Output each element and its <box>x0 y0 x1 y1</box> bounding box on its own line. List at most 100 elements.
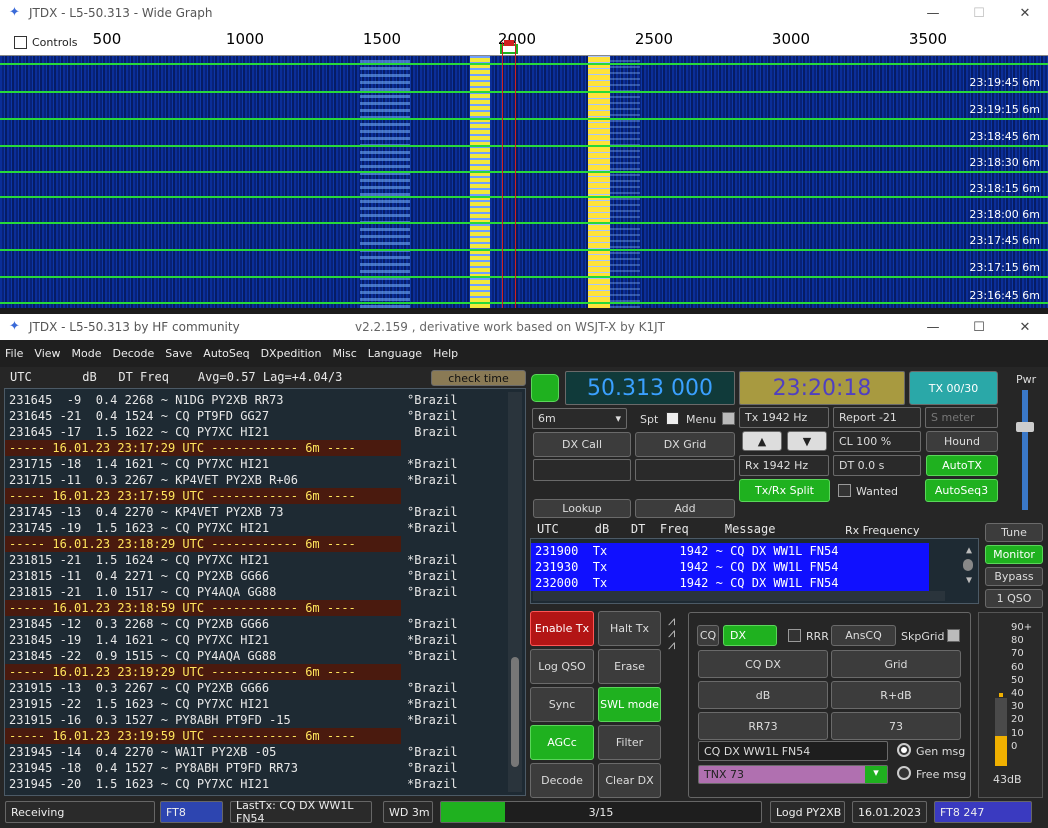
skpgrid-checkbox[interactable] <box>947 629 960 642</box>
band-scrollbar[interactable] <box>508 392 522 792</box>
menu-autoseq[interactable]: AutoSeq <box>203 347 249 360</box>
log-qso-button[interactable]: Log QSO <box>530 649 594 684</box>
scrollbar-thumb[interactable] <box>511 657 519 767</box>
close-icon[interactable]: ✕ <box>1002 6 1048 21</box>
menu-misc[interactable]: Misc <box>332 347 356 360</box>
decode-line[interactable]: 231715 -18 1.4 1621 ~ CQ PY7XC HI21 *Braz… <box>5 456 525 472</box>
frequency-display[interactable]: 50.313 000 <box>565 371 735 405</box>
sync-button[interactable]: Sync <box>530 687 594 722</box>
power-slider[interactable] <box>1022 390 1028 510</box>
autoseq3-button[interactable]: AutoSeq3 <box>925 479 998 502</box>
decode-line[interactable]: 231745 -19 1.5 1623 ~ CQ PY7XC HI21 *Braz… <box>5 520 525 536</box>
close-icon[interactable]: ✕ <box>1002 320 1048 335</box>
tx-counter-button[interactable]: TX 00/30 <box>909 371 998 405</box>
filter-button[interactable]: Filter <box>598 725 661 760</box>
decode-line[interactable]: 231745 -13 0.4 2270 ~ KP4VET PY2XB 73 °Br… <box>5 504 525 520</box>
dx-call-button[interactable]: DX Call <box>533 432 631 457</box>
scroll-down-icon[interactable]: ▼ <box>966 575 972 586</box>
decode-line[interactable]: 231915 -16 0.3 1527 ~ PY8ABH PT9FD -15 *B… <box>5 712 525 728</box>
decode-line[interactable]: 231815 -21 1.5 1624 ~ CQ PY7XC HI21 *Braz… <box>5 552 525 568</box>
decode-line[interactable]: 231845 -22 0.9 1515 ~ CQ PY4AQA GG88 °Bra… <box>5 648 525 664</box>
decode-line[interactable]: 231915 -22 1.5 1623 ~ CQ PY7XC HI21 *Braz… <box>5 696 525 712</box>
maximize-icon[interactable]: ☐ <box>956 320 1002 335</box>
check-time-button[interactable]: check time <box>431 370 526 386</box>
decode-line[interactable]: 231645 -21 0.4 1524 ~ CQ PT9FD GG27 °Braz… <box>5 408 525 424</box>
decode-line[interactable]: 231815 -21 1.0 1517 ~ CQ PY4AQA GG88 °Bra… <box>5 584 525 600</box>
report-spin[interactable]: Report -21 <box>833 407 921 428</box>
menu-save[interactable]: Save <box>165 347 192 360</box>
bypass-button[interactable]: Bypass <box>985 567 1043 586</box>
tab-arrows-icon[interactable]: ⩘ ⩘ ⩘ <box>668 615 675 652</box>
controls-checkbox[interactable] <box>14 36 27 49</box>
tx-rx-split-button[interactable]: Tx/Rx Split <box>739 479 830 502</box>
dx-call-input[interactable] <box>533 459 631 481</box>
wanted-checkbox[interactable] <box>838 484 851 497</box>
scroll-up-icon[interactable]: ▲ <box>966 545 972 556</box>
grid-button[interactable]: Grid <box>831 650 961 678</box>
rr73-button[interactable]: RR73 <box>698 712 828 740</box>
decode-line[interactable]: 231645 -9 0.4 2268 ~ N1DG PY2XB RR73 °Bra… <box>5 392 525 408</box>
hound-button[interactable]: Hound <box>926 431 998 452</box>
menu-view[interactable]: View <box>34 347 60 360</box>
gen-msg-radio[interactable] <box>897 743 911 757</box>
r-db-button[interactable]: R+dB <box>831 681 961 709</box>
free-msg-radio[interactable] <box>897 766 911 780</box>
decode-line[interactable]: 231815 -11 0.4 2271 ~ CQ PY2XB GG66 °Braz… <box>5 568 525 584</box>
clear-dx-button[interactable]: Clear DX <box>598 763 661 798</box>
enable-tx-button[interactable]: Enable Tx <box>530 611 594 646</box>
rx-freq-spin[interactable]: Rx 1942 Hz <box>739 455 829 476</box>
one-qso-button[interactable]: 1 QSO <box>985 589 1043 608</box>
minimize-icon[interactable]: — <box>910 320 956 335</box>
menu-decode[interactable]: Decode <box>113 347 155 360</box>
scrollbar-thumb[interactable] <box>963 559 973 571</box>
cq-dx-button[interactable]: CQ DX <box>698 650 828 678</box>
agcc-button[interactable]: AGCc <box>530 725 594 760</box>
chevron-down-icon[interactable]: ▾ <box>865 766 887 783</box>
menu-language[interactable]: Language <box>368 347 422 360</box>
menu-checkbox[interactable] <box>722 412 735 425</box>
rx-row[interactable]: 231900 Tx 1942 ~ CQ DX WW1L FN54 <box>531 543 929 559</box>
erase-button[interactable]: Erase <box>598 649 661 684</box>
rrr-checkbox[interactable] <box>788 629 801 642</box>
frequency-scale[interactable]: Controls 500 1000 1500 2000 2500 3000 35… <box>0 26 1048 56</box>
band-select[interactable]: 6m ▾ <box>532 408 627 429</box>
tx-freq-spin[interactable]: Tx 1942 Hz <box>739 407 829 428</box>
add-button[interactable]: Add <box>635 499 735 518</box>
dx-button[interactable]: DX <box>723 625 777 646</box>
tx-down-button[interactable]: ▼ <box>787 431 827 451</box>
decode-line[interactable]: 231845 -12 0.3 2268 ~ CQ PY2XB GG66 °Braz… <box>5 616 525 632</box>
dt-spin[interactable]: DT 0.0 s <box>833 455 921 476</box>
power-slider-handle[interactable] <box>1016 422 1034 432</box>
menu-file[interactable]: File <box>5 347 23 360</box>
menu-help[interactable]: Help <box>433 347 458 360</box>
spt-checkbox[interactable] <box>666 412 679 425</box>
horizontal-scrollbar[interactable] <box>533 591 945 601</box>
monitor-button[interactable]: Monitor <box>985 545 1043 564</box>
minimize-icon[interactable]: — <box>910 6 956 21</box>
decode-line[interactable]: 231645 -17 1.5 1622 ~ CQ PY7XC HI21 Braz… <box>5 424 525 440</box>
anscq-button[interactable]: AnsCQ <box>831 625 896 646</box>
dx-grid-input[interactable] <box>635 459 735 481</box>
cl-spin[interactable]: CL 100 % <box>833 431 921 452</box>
band-activity-panel[interactable]: 231645 -9 0.4 2268 ~ N1DG PY2XB RR73 °Bra… <box>4 388 526 796</box>
tx-up-button[interactable]: ▲ <box>742 431 782 451</box>
halt-tx-button[interactable]: Halt Tx <box>598 611 661 646</box>
decode-line[interactable]: 231915 -13 0.3 2267 ~ CQ PY2XB GG66 °Braz… <box>5 680 525 696</box>
waterfall[interactable] <box>0 56 1048 308</box>
gen-msg-input[interactable]: CQ DX WW1L FN54 <box>698 741 888 761</box>
rx-marker[interactable] <box>504 40 514 46</box>
menu-mode[interactable]: Mode <box>72 347 102 360</box>
decode-line[interactable]: 231845 -19 1.4 1621 ~ CQ PY7XC HI21 *Braz… <box>5 632 525 648</box>
rx-frequency-panel[interactable]: 231900 Tx 1942 ~ CQ DX WW1L FN54 231930 … <box>530 538 979 604</box>
rx-row[interactable]: 232000 Tx 1942 ~ CQ DX WW1L FN54 <box>531 575 929 591</box>
menu-dxpedition[interactable]: DXpedition <box>261 347 322 360</box>
swl-mode-button[interactable]: SWL mode <box>598 687 661 722</box>
dx-grid-button[interactable]: DX Grid <box>635 432 735 457</box>
rx-row[interactable]: 231930 Tx 1942 ~ CQ DX WW1L FN54 <box>531 559 929 575</box>
lookup-button[interactable]: Lookup <box>533 499 631 518</box>
decode-line[interactable]: 231945 -14 0.4 2270 ~ WA1T PY2XB -05 °Bra… <box>5 744 525 760</box>
decode-line[interactable]: 231715 -11 0.3 2267 ~ KP4VET PY2XB R+06 *… <box>5 472 525 488</box>
autotx-button[interactable]: AutoTX <box>926 455 998 476</box>
db-button[interactable]: dB <box>698 681 828 709</box>
decode-button[interactable]: Decode <box>530 763 594 798</box>
